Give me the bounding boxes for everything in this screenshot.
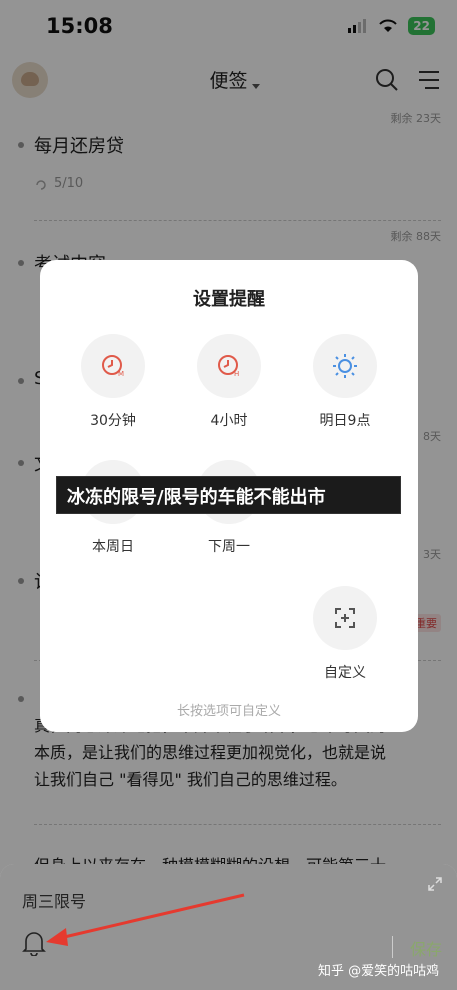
annotation-arrow-icon bbox=[46, 893, 245, 946]
watermark: 知乎 @爱笑的咕咕鸡 bbox=[318, 964, 440, 979]
